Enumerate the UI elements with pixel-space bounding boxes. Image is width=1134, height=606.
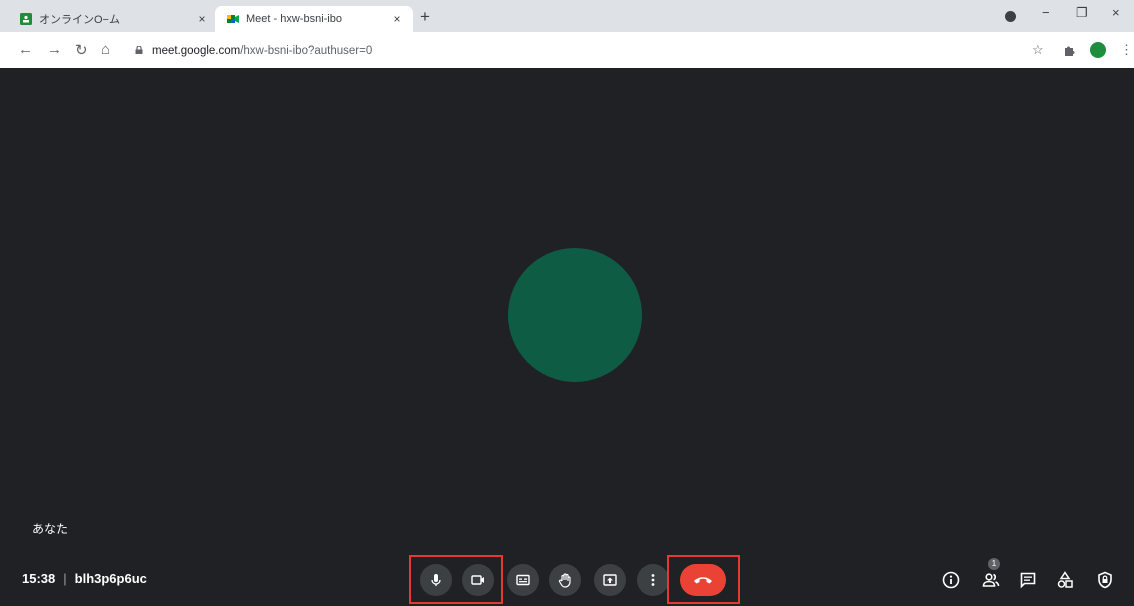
restore-button[interactable]: ❐ bbox=[1076, 5, 1088, 21]
meeting-code: blh3p6p6uc bbox=[74, 571, 147, 586]
meeting-time: 15:38 bbox=[22, 571, 56, 586]
activities-icon bbox=[1057, 571, 1073, 588]
chat-button[interactable] bbox=[1018, 570, 1038, 590]
highlight-box-mic-camera bbox=[409, 555, 503, 604]
forward-icon[interactable]: → bbox=[47, 41, 62, 58]
raise-hand-button[interactable] bbox=[549, 564, 581, 596]
present-button[interactable] bbox=[594, 564, 626, 596]
activities-button[interactable] bbox=[1055, 570, 1075, 590]
url-host: meet.google.com bbox=[152, 45, 241, 57]
url-path: /hxw-bsni-ibo?authuser=0 bbox=[240, 45, 373, 57]
chat-icon bbox=[1020, 572, 1036, 589]
reload-icon[interactable]: ↻ bbox=[75, 41, 88, 59]
people-icon bbox=[982, 573, 1000, 587]
raise-hand-icon bbox=[558, 573, 571, 588]
tab-title: オンラインO−ム bbox=[39, 14, 120, 26]
meeting-info-button[interactable] bbox=[941, 570, 961, 590]
tab-online-home[interactable]: オンラインO−ム × bbox=[8, 6, 218, 32]
people-button[interactable] bbox=[981, 570, 1001, 590]
captions-button[interactable] bbox=[507, 564, 539, 596]
lock-icon bbox=[135, 46, 143, 54]
minimize-button[interactable]: − bbox=[1042, 5, 1050, 20]
back-icon[interactable]: ← bbox=[18, 41, 33, 58]
classroom-icon bbox=[20, 13, 32, 25]
tab-title: Meet - hxw-bsni-ibo bbox=[246, 13, 342, 25]
captions-icon bbox=[516, 574, 530, 586]
more-options-icon bbox=[651, 574, 655, 586]
account-avatar[interactable] bbox=[1090, 42, 1106, 58]
chrome-menu-icon[interactable]: ⋮ bbox=[1120, 42, 1133, 58]
new-tab-button[interactable]: + bbox=[420, 7, 430, 27]
present-icon bbox=[603, 574, 617, 586]
separator: | bbox=[63, 571, 67, 586]
participant-count-badge: 1 bbox=[988, 558, 1000, 570]
participant-avatar bbox=[508, 248, 642, 382]
address-bar[interactable]: meet.google.com/hxw-bsni-ibo?authuser=0 bbox=[152, 45, 372, 57]
host-controls-icon bbox=[1098, 571, 1112, 589]
close-window-button[interactable]: × bbox=[1112, 5, 1120, 20]
self-label: あなた bbox=[32, 522, 69, 536]
more-options-button[interactable] bbox=[637, 564, 669, 596]
extensions-icon[interactable] bbox=[1063, 44, 1075, 56]
tab-meet[interactable]: Meet - hxw-bsni-ibo × bbox=[215, 6, 413, 32]
tab-close-button[interactable]: × bbox=[389, 12, 405, 26]
info-icon bbox=[942, 571, 960, 589]
bookmark-star-icon[interactable]: ☆ bbox=[1032, 42, 1044, 58]
meet-icon bbox=[227, 15, 239, 23]
home-icon[interactable]: ⌂ bbox=[101, 41, 110, 58]
chrome-profile-icon[interactable] bbox=[1005, 11, 1016, 22]
highlight-box-hangup bbox=[667, 555, 740, 604]
meeting-details: 15:38 | blh3p6p6uc bbox=[22, 571, 147, 586]
host-controls-button[interactable] bbox=[1095, 570, 1115, 590]
tab-close-button[interactable]: × bbox=[194, 12, 210, 26]
